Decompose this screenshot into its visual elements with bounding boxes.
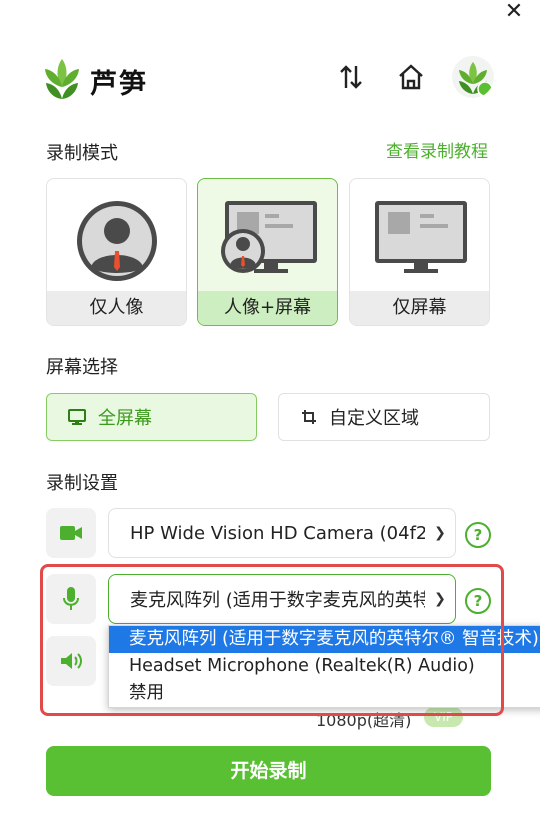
logo-leaf-icon	[45, 59, 79, 99]
microphone-select[interactable]: 麦克风阵列 (适用于数字麦克风的英特尔® 智音技术) ❯	[108, 574, 456, 624]
camera-help-icon[interactable]: ?	[465, 522, 491, 548]
fullscreen-button[interactable]: 全屏幕	[46, 393, 257, 441]
screen-select-title: 屏幕选择	[46, 357, 118, 378]
chevron-down-icon: ❯	[434, 591, 446, 607]
microphone-icon	[46, 574, 96, 624]
tutorial-link[interactable]: 查看录制教程	[386, 137, 488, 162]
mode-portrait-only[interactable]: 仅人像	[46, 178, 187, 326]
sort-arrows-icon[interactable]	[336, 62, 366, 92]
quality-value[interactable]: 1080p(超清)	[316, 707, 411, 731]
camera-icon	[46, 508, 96, 558]
person-icon	[77, 201, 157, 281]
dropdown-option[interactable]: Headset Microphone (Realtek(R) Audio)	[109, 653, 540, 680]
microphone-help-icon[interactable]: ?	[465, 588, 491, 614]
dropdown-option[interactable]: 麦克风阵列 (适用于数字麦克风的英特尔® 智音技术)	[109, 626, 540, 653]
monitor-icon	[68, 409, 86, 425]
avatar[interactable]	[452, 56, 494, 98]
speaker-icon	[46, 636, 96, 686]
close-icon[interactable]: ✕	[502, 0, 526, 24]
camera-select[interactable]: HP Wide Vision HD Camera (04f2:b6ab) ❯	[108, 508, 456, 558]
app-name: 芦笋	[90, 69, 148, 100]
record-settings-title: 录制设置	[46, 473, 118, 494]
chevron-down-icon: ❯	[434, 525, 446, 541]
vip-badge: VIP	[424, 707, 463, 727]
home-icon[interactable]	[396, 62, 426, 92]
mode-label: 仅屏幕	[350, 291, 489, 325]
avatar-leaf-icon	[459, 62, 493, 97]
mode-label: 人像+屏幕	[198, 291, 337, 325]
mode-screen-only[interactable]: 仅屏幕	[349, 178, 490, 326]
fullscreen-label: 全屏幕	[98, 408, 152, 429]
dropdown-option[interactable]: 禁用	[109, 680, 540, 707]
custom-area-label: 自定义区域	[329, 408, 419, 429]
monitor-icon	[375, 201, 467, 273]
mode-portrait-screen[interactable]: 人像+屏幕	[197, 178, 338, 326]
custom-area-button[interactable]: 自定义区域	[278, 393, 490, 441]
start-recording-button[interactable]: 开始录制	[46, 746, 491, 796]
mode-label: 仅人像	[47, 291, 186, 325]
person-screen-icon	[221, 201, 317, 273]
camera-value: HP Wide Vision HD Camera (04f2:b6ab)	[130, 522, 425, 544]
record-mode-title: 录制模式	[46, 143, 118, 164]
microphone-value: 麦克风阵列 (适用于数字麦克风的英特尔® 智音技术)	[130, 590, 425, 611]
crop-icon	[302, 410, 316, 424]
microphone-dropdown: 麦克风阵列 (适用于数字麦克风的英特尔® 智音技术) Headset Micro…	[108, 625, 540, 708]
